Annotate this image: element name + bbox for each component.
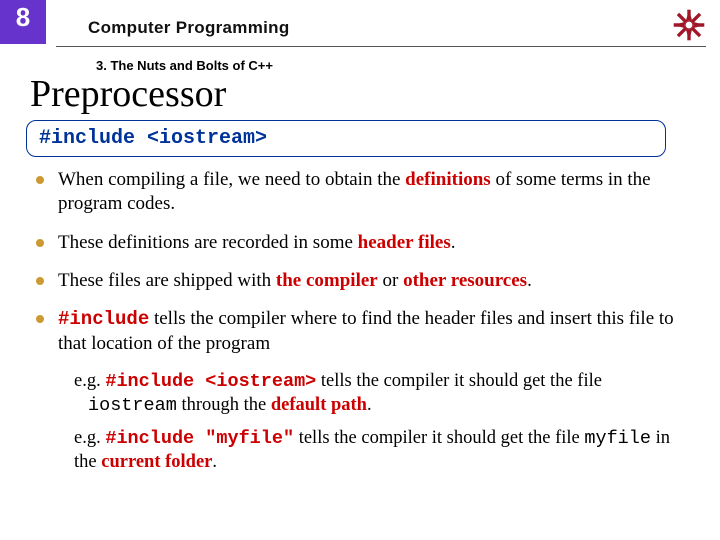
emphasis: current folder xyxy=(101,452,212,472)
text: tells the compiler it should get the fil… xyxy=(316,371,602,391)
bullet-item: #include tells the compiler where to fin… xyxy=(36,307,696,356)
emphasis: the compiler xyxy=(276,270,378,291)
text: . xyxy=(527,270,532,291)
text: . xyxy=(367,395,372,415)
slide-title: Preprocessor xyxy=(30,72,226,116)
example-item: e.g. #include <iostream> tells the compi… xyxy=(74,370,696,417)
bullet-dot-icon xyxy=(36,315,44,323)
text: tells the compiler where to find the hea… xyxy=(58,308,674,353)
emphasis: definitions xyxy=(405,169,491,190)
university-logo-icon xyxy=(672,8,706,42)
text: tells the compiler it should get the fil… xyxy=(294,428,584,448)
header: 8 Computer Programming xyxy=(0,0,720,48)
header-underline xyxy=(56,46,706,47)
emphasis: header files xyxy=(358,232,451,253)
bullet-item: These definitions are recorded in some h… xyxy=(36,231,696,255)
bullet-dot-icon xyxy=(36,239,44,247)
examples: e.g. #include <iostream> tells the compi… xyxy=(74,370,696,475)
code-keyword: #include xyxy=(58,308,149,330)
text: . xyxy=(212,452,217,472)
course-title: Computer Programming xyxy=(88,18,290,38)
bullet-item: These files are shipped with the compile… xyxy=(36,269,696,293)
bullet-dot-icon xyxy=(36,176,44,184)
text: or xyxy=(378,270,403,291)
slide-number: 8 xyxy=(0,0,46,44)
chapter-label: 3. The Nuts and Bolts of C++ xyxy=(96,58,273,73)
text: e.g. xyxy=(74,428,105,448)
bullet-list: When compiling a file, we need to obtain… xyxy=(36,168,696,485)
emphasis: default path xyxy=(271,395,367,415)
text: When compiling a file, we need to obtain… xyxy=(58,169,405,190)
text: . xyxy=(451,232,456,253)
code: #include "myfile" xyxy=(105,428,294,449)
emphasis: other resources xyxy=(403,270,527,291)
text: e.g. xyxy=(74,371,105,391)
bullet-dot-icon xyxy=(36,277,44,285)
text: These files are shipped with xyxy=(58,270,276,291)
example-item: e.g. #include "myfile" tells the compile… xyxy=(74,427,696,474)
code: myfile xyxy=(584,428,651,449)
code: #include <iostream> xyxy=(105,371,316,392)
text: These definitions are recorded in some xyxy=(58,232,358,253)
text: through the xyxy=(177,395,271,415)
code: iostream xyxy=(88,395,177,416)
bullet-item: When compiling a file, we need to obtain… xyxy=(36,168,696,217)
code-snippet-box: #include <iostream> xyxy=(26,120,666,157)
